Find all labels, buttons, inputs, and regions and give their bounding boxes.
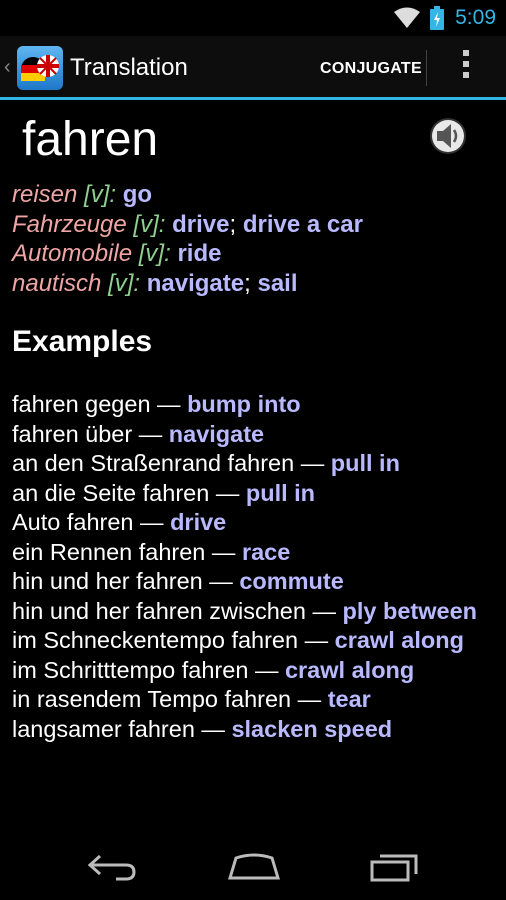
sense-pos: [v]: bbox=[108, 269, 141, 297]
example-german: im Schneckentempo fahren bbox=[12, 627, 299, 653]
translation-link[interactable]: go bbox=[123, 181, 152, 208]
example-translation[interactable]: crawl along bbox=[335, 627, 464, 653]
example-translation[interactable]: navigate bbox=[169, 421, 264, 447]
home-icon[interactable] bbox=[226, 850, 282, 884]
example-dash: — bbox=[201, 715, 225, 742]
example-german: hin und her fahren zwischen bbox=[12, 597, 306, 624]
example-translation[interactable]: crawl along bbox=[285, 657, 414, 683]
sense-row: Fahrzeuge [v]: drive; drive a car bbox=[12, 210, 363, 238]
example-dash: — bbox=[211, 538, 236, 565]
example-dash: — bbox=[300, 450, 325, 476]
translation-link[interactable]: navigate bbox=[147, 270, 244, 297]
example-item: in rasendem Tempo fahren — tear bbox=[12, 685, 498, 715]
back-icon[interactable] bbox=[86, 850, 138, 884]
example-dash: — bbox=[312, 597, 336, 624]
sense-row: nautisch [v]: navigate; sail bbox=[12, 269, 298, 297]
example-item: ein Rennen fahren — race bbox=[12, 538, 498, 568]
translation-link[interactable]: sail bbox=[257, 270, 297, 297]
example-item: fahren gegen — bump into bbox=[12, 390, 498, 420]
wifi-icon bbox=[394, 7, 420, 28]
example-german: fahren gegen bbox=[12, 391, 151, 417]
page-title: Translation bbox=[70, 54, 188, 81]
example-dash: — bbox=[138, 420, 163, 447]
example-item: im Schneckentempo fahren — crawl along bbox=[12, 626, 498, 656]
translation-link[interactable]: drive a car bbox=[243, 211, 363, 238]
example-translation[interactable]: tear bbox=[328, 686, 371, 712]
status-bar: 5:09 bbox=[0, 0, 506, 36]
example-dash: — bbox=[140, 509, 164, 535]
sense-context: reisen bbox=[12, 181, 78, 208]
example-item: Auto fahren — drive bbox=[12, 508, 498, 538]
example-german: an den Straßenrand fahren bbox=[12, 450, 295, 476]
example-dash: — bbox=[254, 656, 279, 683]
action-bar: ‹ Translation CONJUGATE bbox=[0, 36, 506, 100]
definitions: reisen [v]: go Fahrzeuge [v]: drive; dri… bbox=[12, 180, 363, 298]
example-dash: — bbox=[215, 479, 240, 506]
example-item: fahren über — navigate bbox=[12, 420, 498, 450]
example-translation[interactable]: ply between bbox=[343, 598, 478, 624]
example-german: im Schritttempo fahren bbox=[12, 656, 249, 683]
sense-context: Fahrzeuge bbox=[12, 210, 127, 238]
example-german: fahren über bbox=[12, 420, 133, 447]
sense-pos: [v]: bbox=[84, 181, 117, 208]
navigation-bar bbox=[0, 836, 506, 900]
conjugate-button[interactable]: CONJUGATE bbox=[320, 60, 422, 78]
example-dash: — bbox=[304, 627, 329, 653]
example-german: langsamer fahren bbox=[12, 715, 195, 742]
examples-list: fahren gegen — bump into fahren über — n… bbox=[12, 390, 498, 744]
overflow-menu-icon[interactable] bbox=[456, 50, 476, 86]
speaker-icon[interactable] bbox=[428, 116, 468, 156]
examples-heading: Examples bbox=[12, 325, 153, 358]
translation-link[interactable]: ride bbox=[177, 240, 221, 267]
example-item: hin und her fahren — commute bbox=[12, 567, 498, 597]
example-item: an den Straßenrand fahren — pull in bbox=[12, 449, 498, 479]
example-item: hin und her fahren zwischen — ply betwee… bbox=[12, 597, 498, 627]
recent-apps-icon[interactable] bbox=[368, 850, 420, 884]
headword: fahren bbox=[22, 113, 159, 166]
sense-pos: [v]: bbox=[138, 240, 171, 267]
example-translation[interactable]: pull in bbox=[331, 450, 400, 476]
example-german: hin und her fahren bbox=[12, 568, 203, 594]
example-translation[interactable]: drive bbox=[170, 509, 226, 535]
sense-pos: [v]: bbox=[133, 210, 166, 238]
example-item: im Schritttempo fahren — crawl along bbox=[12, 656, 498, 686]
example-dash: — bbox=[157, 391, 181, 417]
example-item: an die Seite fahren — pull in bbox=[12, 479, 498, 509]
translation-link[interactable]: drive bbox=[172, 211, 229, 238]
example-translation[interactable]: race bbox=[242, 539, 290, 565]
example-german: ein Rennen fahren bbox=[12, 538, 206, 565]
sense-row: reisen [v]: go bbox=[12, 180, 363, 210]
battery-charging-icon bbox=[430, 6, 444, 30]
action-divider bbox=[426, 50, 427, 86]
example-dash: — bbox=[297, 686, 322, 712]
example-translation[interactable]: pull in bbox=[246, 480, 315, 506]
example-item: langsamer fahren — slacken speed bbox=[12, 715, 498, 745]
up-caret-icon[interactable]: ‹ bbox=[4, 56, 11, 79]
de-en-flags-icon[interactable] bbox=[17, 46, 63, 90]
sense-context: nautisch bbox=[12, 269, 102, 297]
status-time: 5:09 bbox=[455, 6, 496, 29]
sense-row: Automobile [v]: ride bbox=[12, 239, 363, 269]
sense-context: Automobile bbox=[12, 240, 133, 267]
example-german: an die Seite fahren bbox=[12, 479, 210, 506]
example-german: in rasendem Tempo fahren bbox=[12, 686, 292, 712]
example-german: Auto fahren bbox=[12, 509, 134, 535]
example-translation[interactable]: bump into bbox=[187, 391, 301, 417]
example-translation[interactable]: commute bbox=[239, 568, 343, 594]
example-dash: — bbox=[209, 568, 233, 594]
example-translation[interactable]: slacken speed bbox=[231, 716, 392, 742]
